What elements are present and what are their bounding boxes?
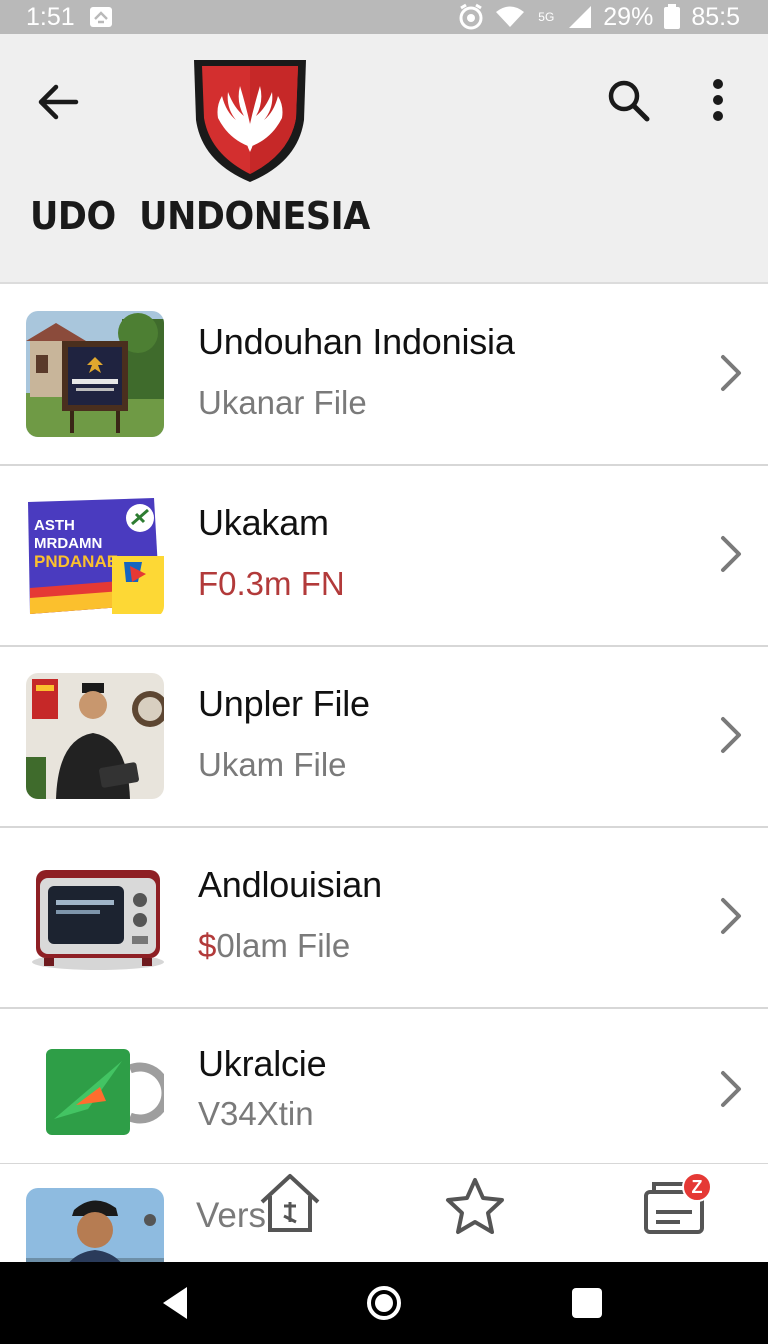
alarm-icon: [457, 3, 485, 31]
star-icon[interactable]: [444, 1176, 506, 1238]
item-title: Ukakam: [198, 502, 329, 543]
search-icon: [608, 80, 650, 122]
system-navigation-bar: [0, 1262, 768, 1344]
status-left: 1:51: [26, 3, 113, 32]
chevron-right-icon: [721, 355, 741, 391]
svg-text:ASTH: ASTH: [34, 517, 75, 534]
page-title: UDO UNDONESIA: [30, 194, 370, 238]
list-item[interactable]: Andlouisian $0lam File: [0, 828, 768, 1009]
more-options-button[interactable]: [694, 70, 742, 130]
item-title: Ukralcie: [198, 1043, 327, 1084]
battery-icon: [663, 4, 681, 30]
item-subtitle: V34Xtin: [198, 1095, 314, 1132]
file-list: Undouhan Indonisia Ukanar File ASTH MRDA…: [0, 285, 768, 1165]
signal-icon: [567, 5, 593, 29]
list-item[interactable]: Ukralcie V34Xtin: [0, 1009, 768, 1165]
app-bar: UDO UNDONESIA: [0, 34, 768, 284]
chevron-right-icon: [721, 536, 741, 572]
item-title: Undouhan Indonisia: [198, 321, 515, 362]
status-time: 1:51: [26, 2, 75, 31]
battery-percent: 29%: [603, 2, 654, 31]
more-vert-icon: [713, 79, 723, 121]
nav-recents-icon: [572, 1288, 602, 1318]
home-icon[interactable]: [256, 1172, 324, 1236]
nav-home-icon: [367, 1286, 401, 1320]
list-item[interactable]: Unpler File Ukam File: [0, 647, 768, 828]
man-portrait-thumbnail: [26, 1188, 164, 1262]
man-with-tablet-thumbnail: [26, 673, 164, 799]
network-label: 5G: [538, 10, 555, 24]
status-right: 5G 29% 85:5: [457, 3, 740, 32]
shield-logo: [194, 60, 306, 182]
building-sign-thumbnail: [26, 311, 164, 437]
item-subtitle: Ukanar File: [198, 384, 367, 421]
back-button[interactable]: [30, 74, 86, 130]
nav-home-button[interactable]: [361, 1280, 407, 1326]
retro-tv-thumbnail: [26, 854, 164, 980]
chevron-right-icon: [721, 898, 741, 934]
nav-back-icon: [163, 1287, 187, 1319]
item-title: Andlouisian: [198, 864, 382, 905]
wifi-icon: [495, 5, 525, 29]
item-subtitle: F0.3m FN: [198, 565, 345, 602]
software-box-thumbnail: ASTH MRDAMN PNDANAE: [26, 492, 164, 618]
nav-recents-button[interactable]: [564, 1280, 610, 1326]
status-bar: 1:51 5G 29% 85:5: [0, 0, 768, 34]
green-app-thumbnail: [26, 1035, 164, 1161]
chevron-right-icon: [721, 717, 741, 753]
back-arrow-icon: [38, 84, 79, 120]
chevron-right-icon: [721, 1071, 741, 1107]
search-button[interactable]: [598, 70, 658, 130]
item-title: Unpler File: [198, 683, 370, 724]
item-subtitle: $0lam File: [198, 927, 351, 964]
status-right-value: 85:5: [691, 2, 740, 31]
svg-text:MRDAMN: MRDAMN: [34, 535, 102, 552]
svg-text:PNDANAE: PNDANAE: [34, 552, 118, 571]
notification-icon: [89, 6, 113, 28]
list-item[interactable]: Undouhan Indonisia Ukanar File: [0, 285, 768, 466]
list-item[interactable]: ASTH MRDAMN PNDANAE Ukakam F0.3m FN: [0, 466, 768, 647]
item-subtitle: Ukam File: [198, 746, 347, 783]
nav-back-button[interactable]: [152, 1280, 198, 1326]
notification-badge: Z: [682, 1172, 712, 1202]
